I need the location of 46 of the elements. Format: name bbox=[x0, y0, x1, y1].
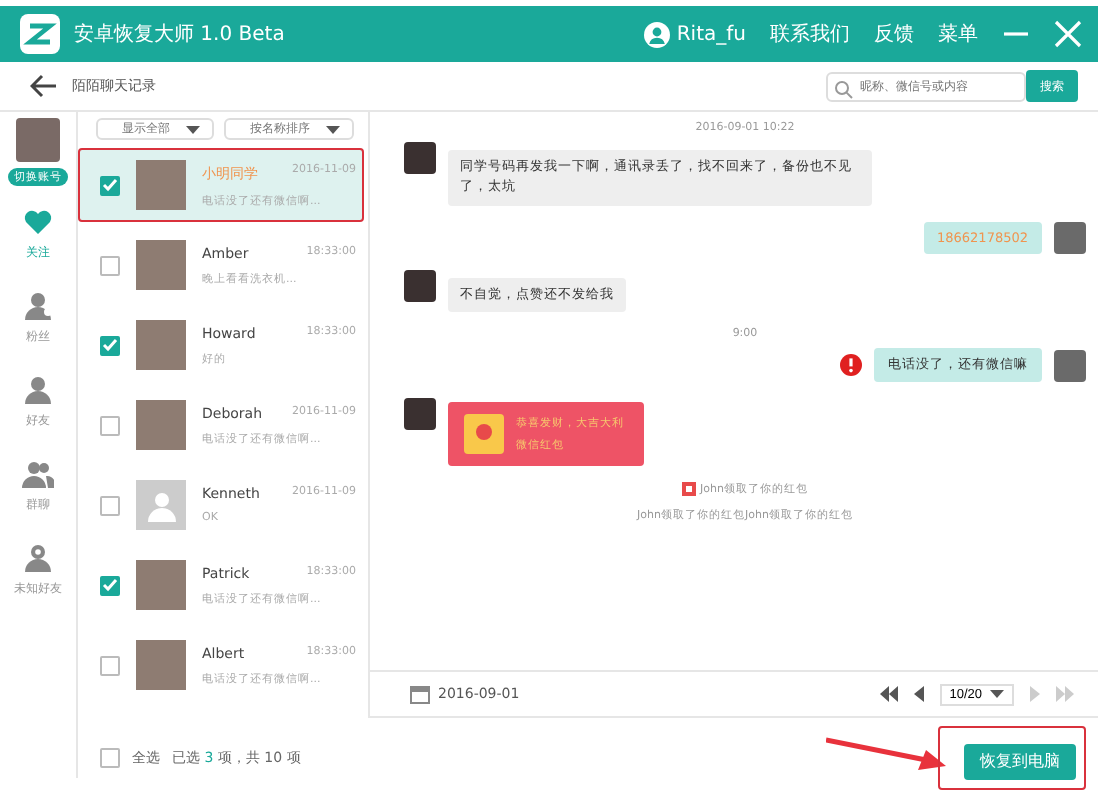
photo-placeholder bbox=[136, 320, 186, 370]
photo-placeholder bbox=[136, 560, 186, 610]
checkbox[interactable] bbox=[100, 175, 120, 195]
title-menu-item[interactable]: 菜单 bbox=[938, 20, 978, 48]
back-arrow-icon[interactable] bbox=[30, 74, 58, 98]
photo-placeholder bbox=[1054, 221, 1086, 253]
checkbox[interactable] bbox=[100, 495, 120, 515]
title-menu-item[interactable]: 联系我们 bbox=[770, 20, 850, 48]
photo-placeholder bbox=[404, 269, 436, 301]
first-page-icon[interactable] bbox=[879, 686, 898, 702]
previous-page-icon[interactable] bbox=[913, 686, 924, 702]
caret-icon bbox=[990, 690, 1004, 698]
close-icon[interactable] bbox=[1054, 20, 1082, 48]
photo-placeholder bbox=[404, 142, 436, 174]
photo-placeholder bbox=[136, 640, 186, 690]
checkbox[interactable] bbox=[100, 335, 120, 355]
person-icon bbox=[22, 374, 54, 406]
photo-placeholder bbox=[1054, 349, 1086, 382]
people-icon bbox=[22, 458, 54, 490]
select-all-checkbox[interactable] bbox=[100, 748, 120, 768]
title-menu-item[interactable]: 反馈 bbox=[874, 20, 914, 48]
user-icon bbox=[644, 21, 671, 47]
next-page-icon[interactable] bbox=[1030, 686, 1040, 702]
checkbox[interactable] bbox=[100, 575, 120, 595]
restore-button[interactable]: 恢复到电脑 bbox=[964, 743, 1076, 780]
photo-placeholder bbox=[404, 398, 436, 431]
person-icon bbox=[22, 542, 54, 574]
checkbox[interactable] bbox=[100, 255, 120, 275]
heart-icon bbox=[22, 206, 54, 238]
annotation-arrow bbox=[826, 734, 946, 774]
photo-placeholder bbox=[136, 160, 186, 210]
account-avatar bbox=[16, 118, 60, 162]
photo-placeholder bbox=[136, 240, 186, 290]
photo-placeholder bbox=[136, 400, 186, 450]
envelope-icon bbox=[464, 414, 504, 455]
app-logo-icon bbox=[20, 14, 60, 54]
last-page-icon[interactable] bbox=[1056, 686, 1074, 702]
default-avatar-icon bbox=[136, 480, 186, 530]
app-title: 安卓恢复大师 1.0 Beta bbox=[74, 21, 285, 48]
user-name[interactable]: Rita_fu bbox=[676, 23, 746, 45]
person-icon bbox=[22, 290, 54, 322]
checkbox[interactable] bbox=[100, 415, 120, 435]
caret-icon bbox=[186, 125, 200, 133]
checkbox[interactable] bbox=[100, 655, 120, 675]
caret-icon bbox=[326, 125, 340, 133]
calendar-icon[interactable] bbox=[410, 684, 430, 704]
